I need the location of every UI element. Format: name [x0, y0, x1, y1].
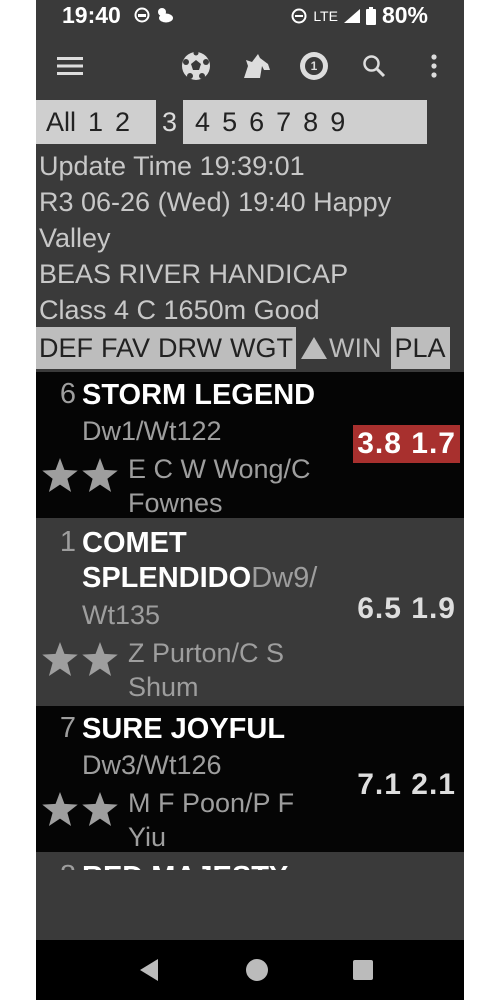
home-icon[interactable] [243, 956, 271, 984]
odds-win-place: 6.5 1.9 [357, 592, 456, 625]
horse-name: COMET [82, 527, 187, 559]
dnd-icon [291, 8, 307, 23]
recents-icon[interactable] [349, 956, 377, 984]
sort-fav-button[interactable]: FAV [101, 333, 150, 364]
sort-def-button[interactable]: DEF [39, 333, 93, 364]
phone-screen: 19:40 LTE 80% 1 All 1 2 3 4 5 6 7 8 9 Up… [36, 0, 464, 1000]
draw-weight: Dw1/Wt122 [82, 416, 222, 446]
more-vert-icon[interactable] [418, 50, 450, 82]
odds-win-place: 7.1 2.1 [357, 768, 456, 801]
sort-bar: DEF FAV DRW WGT WIN PLA [36, 327, 464, 371]
soccer-ball-icon[interactable] [180, 50, 212, 82]
tab-race-8[interactable]: 8 [297, 107, 324, 138]
tab-race-4[interactable]: 4 [189, 107, 216, 138]
menu-icon[interactable] [54, 50, 86, 82]
tab-all[interactable]: All [40, 107, 82, 138]
runner-list[interactable]: 6 STORM LEGEND Dw1/Wt122 E C W Wong/C Fo… [36, 372, 464, 870]
status-bar: 19:40 LTE 80% [36, 0, 464, 32]
system-nav-bar [36, 940, 464, 1000]
jockey-trainer-cont: Fownes [128, 488, 223, 518]
horse-head-icon[interactable] [240, 50, 272, 82]
star-icon[interactable] [42, 792, 78, 826]
sort-ascending-icon [301, 337, 328, 359]
horse-name-cont: SPLENDIDO [82, 562, 252, 594]
jockey-trainer-cont: Yiu [128, 822, 167, 852]
weight: Wt135 [82, 600, 161, 630]
odds-win-place: 3.8 1.7 [353, 425, 460, 463]
runner-number: 8 [60, 860, 76, 870]
tab-race-7[interactable]: 7 [270, 107, 297, 138]
draw-weight: Dw3/Wt126 [82, 750, 222, 780]
sort-wgt-button[interactable]: WGT [230, 333, 293, 364]
horse-name: RED MAJESTY [82, 860, 362, 870]
star-icon[interactable] [82, 792, 118, 826]
horse-name: STORM LEGEND [82, 379, 316, 411]
back-icon[interactable] [136, 956, 164, 984]
runner-row[interactable]: 1 COMET SPLENDIDODw9/ Wt135 Z Purton/C S… [36, 520, 464, 706]
race-class: Class 4 C 1650m Good [39, 295, 320, 325]
battery-percent: 80% [381, 2, 428, 28]
star-icon[interactable] [82, 458, 118, 492]
tab-race-9[interactable]: 9 [324, 107, 351, 138]
update-time: Update Time 19:39:01 [39, 151, 305, 181]
tab-race-5[interactable]: 5 [216, 107, 243, 138]
jockey-trainer: Z Purton/C S [128, 638, 285, 668]
network-type: LTE [313, 7, 338, 24]
tab-race-1[interactable]: 1 [82, 107, 109, 138]
battery-icon [365, 6, 376, 25]
notification-icon [134, 7, 150, 23]
race-number-icon[interactable]: 1 [298, 50, 330, 82]
signal-icon [343, 8, 360, 23]
tab-race-6[interactable]: 6 [243, 107, 270, 138]
sort-drw-button[interactable]: DRW [158, 333, 222, 364]
tab-race-2[interactable]: 2 [109, 107, 136, 138]
race-badge: 1 [310, 59, 318, 73]
jockey-trainer: E C W Wong/C [128, 454, 311, 484]
race-tabs: All 1 2 3 4 5 6 7 8 9 [36, 100, 464, 144]
jockey-trainer: M F Poon/P F [128, 788, 295, 818]
app-bar: 1 [36, 32, 464, 98]
race-name: BEAS RIVER HANDICAP [39, 259, 349, 289]
search-icon[interactable] [358, 50, 390, 82]
star-icon[interactable] [42, 458, 78, 492]
runner-row[interactable]: 6 STORM LEGEND Dw1/Wt122 E C W Wong/C Fo… [36, 372, 464, 518]
sort-win-button[interactable]: WIN [298, 327, 384, 369]
meeting-line-1: R3 06-26 (Wed) 19:40 Happy [39, 187, 392, 217]
meeting-line-2: Valley [39, 223, 111, 253]
runner-row[interactable]: 8 RED MAJESTY [36, 854, 464, 870]
star-icon[interactable] [42, 642, 78, 676]
runner-row[interactable]: 7 SURE JOYFUL Dw3/Wt126 M F Poon/P F Yiu… [36, 706, 464, 852]
tab-race-3[interactable]: 3 [160, 107, 179, 138]
runner-number: 6 [59, 378, 76, 410]
runner-number: 7 [59, 712, 76, 744]
jockey-trainer-cont: Shum [128, 672, 199, 702]
runner-number: 1 [59, 526, 76, 558]
status-time: 19:40 [62, 2, 121, 28]
duck-notification-icon [158, 8, 173, 23]
race-info: Update Time 19:39:01 R3 06-26 (Wed) 19:4… [39, 148, 461, 328]
sort-pla-button[interactable]: PLA [390, 327, 450, 369]
horse-name: SURE JOYFUL [82, 713, 286, 745]
star-icon[interactable] [82, 642, 118, 676]
draw-inline: Dw9/ [251, 562, 318, 594]
